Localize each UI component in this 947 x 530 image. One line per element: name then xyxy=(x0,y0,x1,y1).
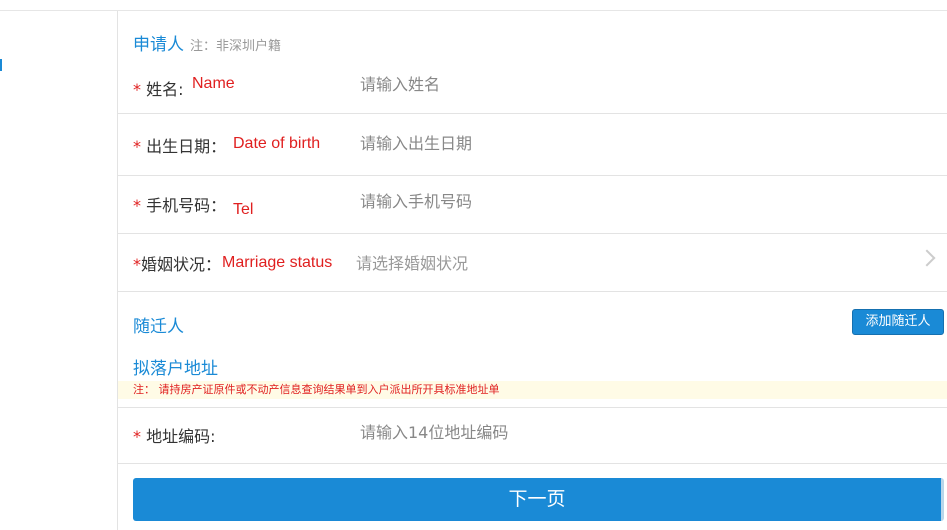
required-mark: * xyxy=(133,137,141,156)
address-code-row[interactable]: * 地址编码: xyxy=(118,407,947,464)
name-row[interactable]: * 姓名: Name xyxy=(118,57,947,114)
row-divider xyxy=(118,407,947,408)
left-sidebar xyxy=(0,11,118,530)
phone-row[interactable]: * 手机号码： Tel xyxy=(118,177,947,234)
applicant-note: 注：非深圳户籍 xyxy=(190,39,282,54)
phone-annotation: Tel xyxy=(233,201,254,218)
birthdate-annotation: Date of birth xyxy=(233,135,321,152)
required-mark: * xyxy=(133,196,141,215)
required-mark: * xyxy=(133,255,141,274)
notice-text: 注： 请持房产证原件或不动产信息查询结果单到入户派出所开具标准地址单 xyxy=(133,383,500,396)
applicant-title: 申请人 xyxy=(133,35,184,55)
address-code-input[interactable] xyxy=(360,423,760,442)
marital-status-select[interactable]: 请选择婚姻状况 xyxy=(356,250,756,274)
name-annotation: Name xyxy=(192,75,235,92)
row-divider xyxy=(118,463,947,464)
birthdate-row[interactable]: * 出生日期： Date of birth xyxy=(118,119,947,176)
row-divider xyxy=(118,291,947,292)
applicant-section-title: 申请人 注：非深圳户籍 xyxy=(133,30,281,55)
chevron-right-icon xyxy=(918,249,936,267)
dependents-title: 随迁人 xyxy=(133,317,184,337)
required-mark: * xyxy=(133,427,141,446)
required-mark: * xyxy=(133,80,141,99)
form-panel: 申请人注：非深圳户籍 * 姓名: Name * 出生日期： Date of bi… xyxy=(118,11,947,530)
birthdate-input[interactable] xyxy=(360,134,760,153)
phone-input[interactable] xyxy=(360,192,760,211)
address-notice: 注： 请持房产证原件或不动产信息查询结果单到入户派出所开具标准地址单 xyxy=(118,381,947,399)
sidebar-active-marker xyxy=(0,59,2,71)
marital-status-label: *婚姻状况： xyxy=(133,255,222,274)
name-input[interactable] xyxy=(360,75,760,94)
row-divider xyxy=(118,113,947,114)
phone-label: * 手机号码： xyxy=(133,196,227,215)
birthdate-label: * 出生日期： xyxy=(133,137,227,156)
marital-status-annotation: Marriage status xyxy=(222,254,333,271)
row-divider xyxy=(118,233,947,234)
marital-status-row[interactable]: *婚姻状况： Marriage status 请选择婚姻状况 xyxy=(118,236,947,292)
address-title: 拟落户地址 xyxy=(133,359,218,379)
add-dependent-button[interactable]: 添加随迁人 xyxy=(852,309,944,335)
address-code-label: * 地址编码: xyxy=(133,427,216,446)
row-divider xyxy=(118,175,947,176)
next-page-button[interactable]: 下一页 xyxy=(133,478,944,521)
name-label: * 姓名: xyxy=(133,80,184,99)
